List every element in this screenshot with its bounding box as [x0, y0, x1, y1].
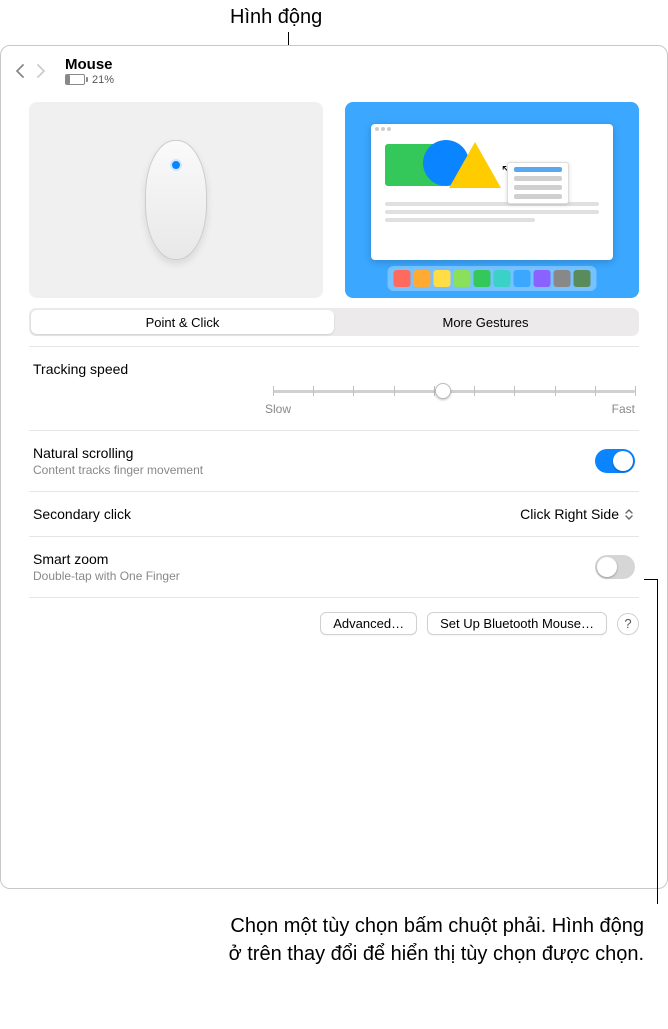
back-button[interactable]	[15, 63, 25, 79]
smart-zoom-label: Smart zoom	[33, 551, 180, 567]
tab-point-click[interactable]: Point & Click	[31, 310, 334, 334]
secondary-click-select[interactable]: Click Right Side	[520, 506, 635, 522]
battery-percent: 21%	[92, 74, 114, 86]
mouse-illustration	[145, 140, 207, 260]
natural-scrolling-toggle[interactable]	[595, 449, 635, 473]
mouse-click-indicator	[170, 159, 182, 171]
smart-zoom-sub: Double-tap with One Finger	[33, 569, 180, 583]
settings-window: Mouse 21%	[0, 45, 668, 889]
preview-row: ↖	[1, 90, 667, 308]
row-tracking-speed: Tracking speed Slow Fast	[29, 346, 639, 430]
row-natural-scrolling: Natural scrolling Content tracks finger …	[29, 430, 639, 491]
battery-icon	[65, 74, 89, 86]
tab-more-gestures[interactable]: More Gestures	[334, 310, 637, 334]
setup-bluetooth-button[interactable]: Set Up Bluetooth Mouse…	[427, 612, 607, 635]
tracking-speed-label: Tracking speed	[33, 361, 635, 377]
page-title: Mouse	[65, 56, 114, 73]
slider-labels: Slow Fast	[33, 402, 635, 416]
forward-button[interactable]	[35, 63, 45, 79]
battery-status: 21%	[65, 74, 114, 86]
help-button[interactable]: ?	[617, 613, 639, 635]
slider-label-fast: Fast	[612, 402, 635, 416]
callout-top-label: Hình động	[230, 6, 322, 29]
preview-window: ↖	[371, 124, 613, 260]
window-header: Mouse 21%	[1, 46, 667, 90]
slider-label-slow: Slow	[265, 402, 291, 416]
footer-buttons: Advanced… Set Up Bluetooth Mouse… ?	[29, 612, 639, 635]
mouse-animation-pane	[29, 102, 323, 298]
row-smart-zoom: Smart zoom Double-tap with One Finger	[29, 536, 639, 598]
callout-bottom-label: Chọn một tùy chọn bấm chuột phải. Hình đ…	[218, 912, 644, 968]
natural-scrolling-label: Natural scrolling	[33, 445, 203, 461]
settings-list: Tracking speed Slow Fast Natural scrolli…	[29, 346, 639, 598]
dock-preview	[388, 266, 597, 291]
secondary-click-label: Secondary click	[33, 506, 131, 522]
callout-line	[644, 579, 658, 580]
row-secondary-click: Secondary click Click Right Side	[29, 491, 639, 536]
chevron-up-down-icon	[623, 509, 635, 520]
secondary-click-value: Click Right Side	[520, 506, 619, 522]
title-block: Mouse 21%	[65, 56, 114, 86]
nav-arrows	[15, 63, 45, 79]
natural-scrolling-sub: Content tracks finger movement	[33, 463, 203, 477]
advanced-button[interactable]: Advanced…	[320, 612, 417, 635]
callout-line	[657, 579, 658, 904]
smart-zoom-toggle[interactable]	[595, 555, 635, 579]
context-menu-preview	[507, 162, 569, 204]
desktop-preview-pane: ↖	[345, 102, 639, 298]
tab-bar: Point & Click More Gestures	[29, 308, 639, 336]
tracking-speed-slider[interactable]	[273, 383, 635, 399]
